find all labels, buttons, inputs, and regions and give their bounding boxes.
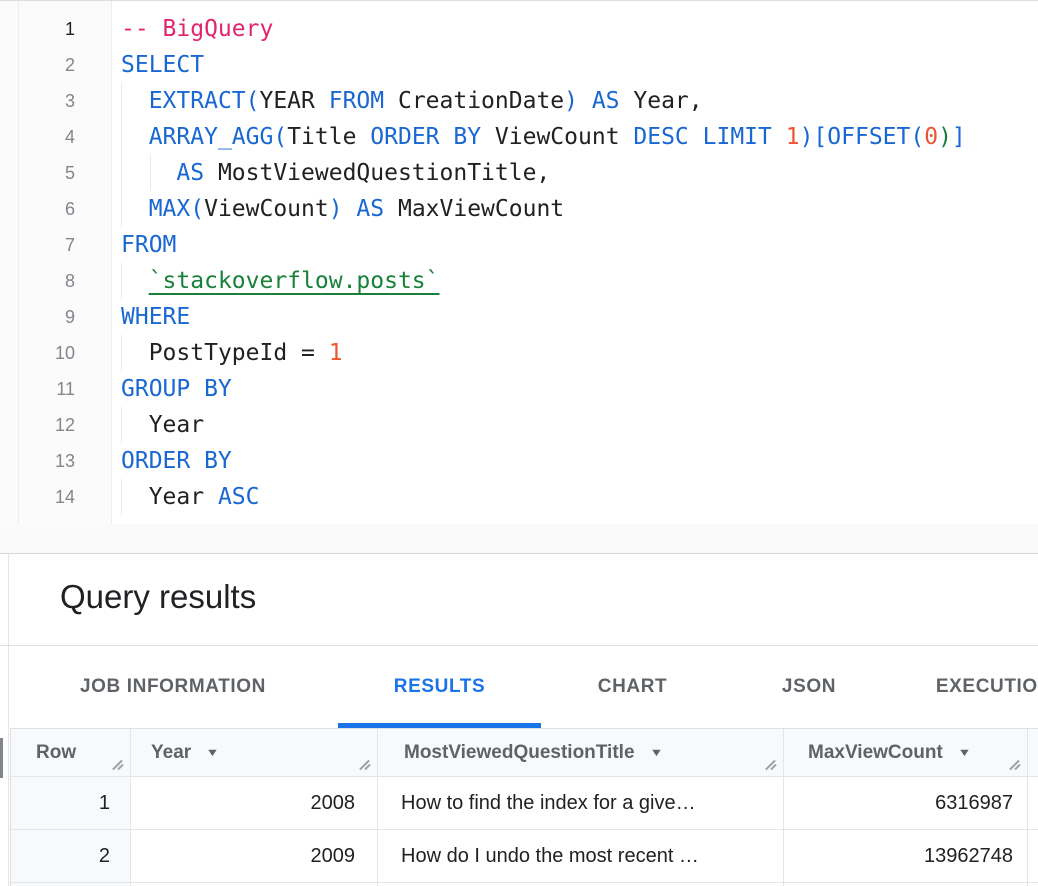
data-cell: 2009: [131, 830, 378, 883]
data-cell: 13962748: [784, 830, 1028, 883]
code-text: Year ASC: [121, 479, 260, 515]
line-number: 11: [0, 371, 75, 407]
line-number: 8: [0, 263, 75, 299]
tab-label: EXECUTION DETAILS: [936, 676, 1038, 698]
code-text: EXTRACT(YEAR FROM CreationDate) AS Year,: [121, 83, 703, 119]
header-cell-year[interactable]: Year ▼: [131, 729, 378, 777]
line-number: 4: [0, 119, 75, 155]
code-line[interactable]: 1 -- BigQuery: [0, 11, 1038, 47]
data-cell: 6316987: [784, 777, 1028, 830]
code-lines: 1-- BigQuery2SELECT3 EXTRACT(YEAR FROM C…: [0, 11, 1038, 515]
tab-results[interactable]: RESULTS: [338, 646, 541, 728]
code-line[interactable]: 13 ORDER BY: [0, 443, 1038, 479]
code-line[interactable]: 12 Year: [0, 407, 1038, 443]
editor-bottom-strip: [0, 524, 1038, 554]
code-text: SELECT: [121, 47, 204, 83]
line-number: 3: [0, 83, 75, 119]
code-text: ARRAY_AGG(Title ORDER BY ViewCount DESC …: [121, 119, 966, 155]
column-resize-handle[interactable]: [111, 759, 125, 771]
column-resize-handle[interactable]: [358, 759, 372, 771]
tab-label: JOB INFORMATION: [80, 676, 266, 698]
sort-dropdown-icon[interactable]: ▼: [206, 747, 220, 759]
code-line[interactable]: 3 EXTRACT(YEAR FROM CreationDate) AS Yea…: [0, 83, 1038, 119]
data-cell: [1028, 830, 1038, 883]
line-number: 10: [0, 335, 75, 371]
data-cell: How to find the index for a give…: [378, 777, 784, 830]
bigquery-query-panel: 1-- BigQuery2SELECT3 EXTRACT(YEAR FROM C…: [0, 0, 1038, 886]
results-header: Query results: [0, 554, 1038, 646]
sort-dropdown-icon[interactable]: ▼: [957, 747, 971, 759]
table-body: 12008How to find the index for a give…63…: [11, 777, 1038, 886]
tab-job-information[interactable]: JOB INFORMATION: [8, 646, 338, 728]
column-label: MostViewedQuestionTitle: [404, 742, 635, 764]
tab-label: JSON: [782, 676, 836, 698]
header-cell-row[interactable]: Row: [11, 729, 131, 777]
row-number-cell: 2: [11, 830, 131, 883]
code-text: FROM: [121, 227, 176, 263]
line-number: 9: [0, 299, 75, 335]
line-number: 12: [0, 407, 75, 443]
line-number: 2: [0, 47, 75, 83]
line-number: 14: [0, 479, 75, 515]
table-header-row: RowYear▼MostViewedQuestionTitle▼MaxViewC…: [11, 729, 1038, 777]
results-table: RowYear▼MostViewedQuestionTitle▼MaxViewC…: [10, 728, 1038, 886]
code-text: `stackoverflow.posts`: [121, 263, 440, 299]
code-text: WHERE: [121, 299, 190, 335]
column-label: Year: [151, 742, 191, 764]
line-number: 6: [0, 191, 75, 227]
header-cell-maxviewcount[interactable]: MaxViewCount ▼: [784, 729, 1028, 777]
tab-chart[interactable]: CHART: [541, 646, 724, 728]
line-number: 13: [0, 443, 75, 479]
results-tab-bar: JOB INFORMATION RESULTS CHART JSON EXECUTION…: [8, 646, 1038, 728]
line-number: 1: [0, 11, 75, 47]
column-label: Row: [36, 742, 76, 764]
table-row: 22009How do I undo the most recent …1396…: [11, 830, 1038, 883]
code-line[interactable]: 5 AS MostViewedQuestionTitle,: [0, 155, 1038, 191]
line-number: 5: [0, 155, 75, 191]
tab-label: CHART: [598, 676, 668, 698]
code-text: Year: [121, 407, 204, 443]
tab-execution-details[interactable]: EXECUTION DETAILS: [894, 646, 1038, 728]
code-text: GROUP BY: [121, 371, 232, 407]
results-title: Query results: [60, 578, 256, 616]
code-line[interactable]: 2 SELECT: [0, 47, 1038, 83]
sort-dropdown-icon[interactable]: ▼: [649, 747, 663, 759]
top-border-notch: [207, 1, 220, 3]
data-cell: How do I undo the most recent …: [378, 830, 784, 883]
code-text: AS MostViewedQuestionTitle,: [121, 155, 550, 191]
tab-label: RESULTS: [394, 676, 485, 698]
code-text: PostTypeId = 1: [121, 335, 343, 371]
code-line[interactable]: 6 MAX(ViewCount) AS MaxViewCount: [0, 191, 1038, 227]
header-cell-stub: [1028, 729, 1038, 777]
column-resize-handle[interactable]: [764, 759, 778, 771]
data-cell: 2008: [131, 777, 378, 830]
query-results-panel: Query results JOB INFORMATION RESULTS CHAR…: [0, 554, 1038, 886]
code-line[interactable]: 7 FROM: [0, 227, 1038, 263]
scrollbar-thumb[interactable]: [0, 738, 3, 778]
code-line[interactable]: 8 `stackoverflow.posts`: [0, 263, 1038, 299]
code-text: -- BigQuery: [121, 11, 273, 47]
code-line[interactable]: 9 WHERE: [0, 299, 1038, 335]
code-text: MAX(ViewCount) AS MaxViewCount: [121, 191, 564, 227]
data-cell: [1028, 777, 1038, 830]
tab-json[interactable]: JSON: [724, 646, 894, 728]
table-row: 12008How to find the index for a give…63…: [11, 777, 1038, 830]
sql-editor[interactable]: 1-- BigQuery2SELECT3 EXTRACT(YEAR FROM C…: [0, 0, 1038, 524]
line-number: 7: [0, 227, 75, 263]
header-cell-mostviewedquestiontitle[interactable]: MostViewedQuestionTitle ▼: [378, 729, 784, 777]
code-line[interactable]: 4 ARRAY_AGG(Title ORDER BY ViewCount DES…: [0, 119, 1038, 155]
row-number-cell: 1: [11, 777, 131, 830]
code-line[interactable]: 14 Year ASC: [0, 479, 1038, 515]
column-resize-handle[interactable]: [1008, 759, 1022, 771]
code-line[interactable]: 10 PostTypeId = 1: [0, 335, 1038, 371]
code-text: ORDER BY: [121, 443, 232, 479]
column-label: MaxViewCount: [808, 742, 943, 764]
code-line[interactable]: 11 GROUP BY: [0, 371, 1038, 407]
